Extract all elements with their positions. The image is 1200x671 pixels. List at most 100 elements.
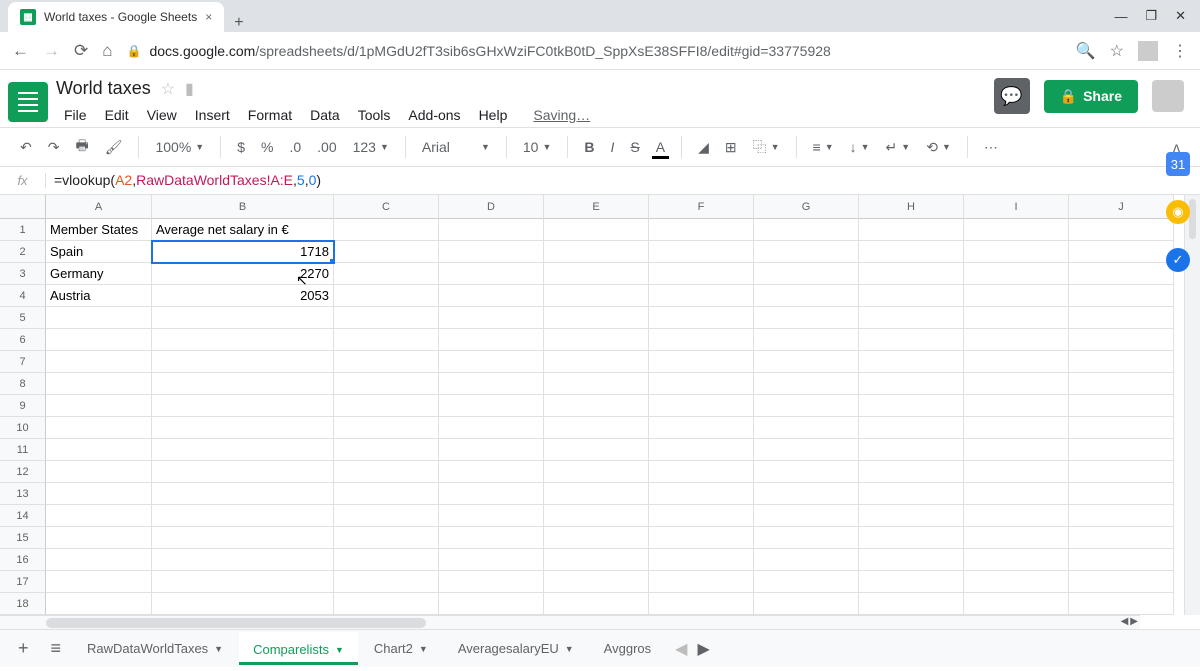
cell[interactable]	[859, 593, 964, 615]
row-header[interactable]: 14	[0, 505, 46, 527]
browser-menu-icon[interactable]: ⋮	[1172, 41, 1188, 61]
cell[interactable]	[439, 219, 544, 241]
cell[interactable]	[754, 461, 859, 483]
cell[interactable]	[334, 417, 439, 439]
scroll-left-icon[interactable]: ◀	[1121, 616, 1129, 627]
decrease-decimal-button[interactable]: .0	[283, 135, 307, 159]
cell[interactable]	[334, 505, 439, 527]
cell-A1[interactable]: Member States	[46, 219, 152, 241]
cell-A3[interactable]: Germany	[46, 263, 152, 285]
formula-input[interactable]: =vlookup(A2,RawDataWorldTaxes!A:E,5,0)	[46, 172, 1200, 189]
cell[interactable]	[754, 417, 859, 439]
sheet-tab[interactable]: AveragesalaryEU▼	[444, 633, 588, 664]
cell[interactable]	[439, 285, 544, 307]
close-window-icon[interactable]: ✕	[1175, 8, 1186, 24]
cell[interactable]	[46, 439, 152, 461]
fx-label[interactable]: fx	[0, 173, 46, 188]
cell[interactable]	[964, 549, 1069, 571]
col-header[interactable]: A	[46, 195, 152, 219]
cell[interactable]	[859, 329, 964, 351]
col-header[interactable]: I	[964, 195, 1069, 219]
cell[interactable]	[964, 329, 1069, 351]
cell[interactable]	[152, 351, 334, 373]
calendar-icon[interactable]: 31	[1166, 152, 1190, 176]
forward-button[interactable]: →	[43, 41, 60, 61]
more-toolbar-button[interactable]: ⋯	[978, 135, 1004, 160]
star-icon[interactable]: ☆	[161, 79, 175, 99]
cell[interactable]	[544, 351, 649, 373]
cell[interactable]	[334, 219, 439, 241]
cell[interactable]	[754, 439, 859, 461]
cell[interactable]	[649, 439, 754, 461]
cell[interactable]	[649, 241, 754, 263]
h-scrollbar[interactable]: ◀▶	[0, 615, 1140, 629]
cell[interactable]	[964, 461, 1069, 483]
cell[interactable]	[649, 461, 754, 483]
cell[interactable]	[46, 417, 152, 439]
cell-B3[interactable]: 2270	[152, 263, 334, 285]
cell[interactable]	[334, 395, 439, 417]
cell[interactable]	[334, 461, 439, 483]
cell[interactable]	[544, 307, 649, 329]
cell[interactable]	[1069, 527, 1174, 549]
cell[interactable]	[439, 373, 544, 395]
cell[interactable]	[649, 219, 754, 241]
increase-decimal-button[interactable]: .00	[311, 135, 342, 159]
cell[interactable]	[544, 461, 649, 483]
cell[interactable]	[649, 395, 754, 417]
cell[interactable]	[964, 219, 1069, 241]
cell[interactable]	[334, 483, 439, 505]
cell[interactable]	[334, 263, 439, 285]
cell[interactable]	[544, 329, 649, 351]
cell[interactable]	[964, 307, 1069, 329]
cell[interactable]	[754, 373, 859, 395]
cell[interactable]	[439, 351, 544, 373]
move-folder-icon[interactable]: ▮	[185, 79, 194, 99]
paint-format-button[interactable]: 🖌	[99, 135, 129, 160]
cell[interactable]	[439, 263, 544, 285]
cell[interactable]	[649, 571, 754, 593]
cell[interactable]	[964, 417, 1069, 439]
doc-title[interactable]: World taxes	[56, 78, 151, 99]
profile-avatar[interactable]	[1138, 41, 1158, 61]
cell-A4[interactable]: Austria	[46, 285, 152, 307]
cell[interactable]	[46, 571, 152, 593]
scroll-right-icon[interactable]: ▶	[1130, 616, 1138, 627]
cell[interactable]	[1069, 483, 1174, 505]
cell-A2[interactable]: Spain	[46, 241, 152, 263]
cell[interactable]	[46, 373, 152, 395]
cell[interactable]	[649, 417, 754, 439]
cell[interactable]	[649, 483, 754, 505]
chevron-down-icon[interactable]: ▼	[214, 644, 223, 654]
cell[interactable]	[859, 373, 964, 395]
cell[interactable]	[1069, 461, 1174, 483]
cell[interactable]	[859, 571, 964, 593]
cell[interactable]	[1069, 373, 1174, 395]
cell[interactable]	[1069, 307, 1174, 329]
cell[interactable]	[152, 483, 334, 505]
row-header[interactable]: 11	[0, 439, 46, 461]
cell[interactable]	[859, 395, 964, 417]
cell[interactable]	[334, 593, 439, 615]
bold-button[interactable]: B	[578, 135, 600, 159]
col-header[interactable]: E	[544, 195, 649, 219]
h-scroll-thumb[interactable]	[46, 618, 426, 628]
cell[interactable]	[754, 329, 859, 351]
cell[interactable]	[334, 439, 439, 461]
row-header[interactable]: 16	[0, 549, 46, 571]
cell[interactable]	[439, 571, 544, 593]
cell[interactable]	[649, 329, 754, 351]
cell[interactable]	[46, 307, 152, 329]
cell[interactable]	[544, 417, 649, 439]
cell[interactable]	[46, 329, 152, 351]
add-sheet-button[interactable]: +	[8, 632, 39, 665]
share-button[interactable]: 🔒 Share	[1044, 80, 1138, 113]
cell-B2[interactable]: 1718	[152, 241, 334, 263]
font-select[interactable]: Arial▼	[416, 135, 496, 159]
cell[interactable]	[152, 307, 334, 329]
menu-data[interactable]: Data	[302, 103, 348, 127]
cell[interactable]	[754, 505, 859, 527]
cell[interactable]	[649, 263, 754, 285]
percent-button[interactable]: %	[255, 135, 279, 159]
row-header[interactable]: 1	[0, 219, 46, 241]
